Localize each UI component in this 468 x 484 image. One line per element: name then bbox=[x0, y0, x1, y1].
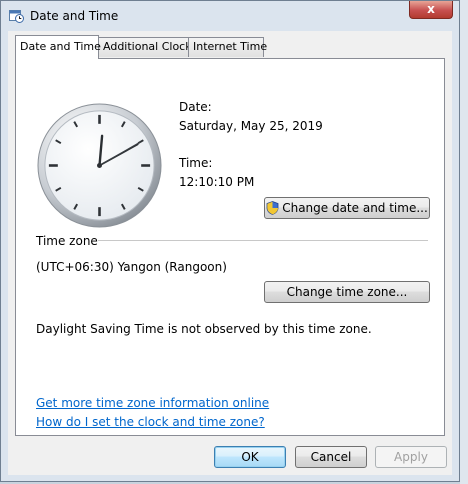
time-zone-section-label: Time zone bbox=[36, 234, 98, 248]
analog-clock bbox=[37, 103, 162, 228]
time-zone-value: (UTC+06:30) Yangon (Rangoon) bbox=[36, 260, 227, 274]
close-icon: x bbox=[427, 2, 435, 16]
ok-button[interactable]: OK bbox=[214, 446, 286, 468]
change-date-time-label: Change date and time... bbox=[282, 201, 428, 215]
change-date-time-button[interactable]: Change date and time... bbox=[264, 197, 430, 219]
tab-page-date-and-time: Date: Saturday, May 25, 2019 Time: 12:10… bbox=[15, 58, 445, 436]
tab-label: Internet Time bbox=[193, 40, 268, 53]
clock-center bbox=[97, 163, 102, 168]
more-time-zone-info-link[interactable]: Get more time zone information online bbox=[36, 396, 269, 410]
tab-additional-clocks[interactable]: Additional Clocks bbox=[98, 37, 197, 57]
calendar-clock-icon bbox=[9, 10, 24, 23]
uac-shield-icon bbox=[266, 200, 279, 215]
tab-date-and-time[interactable]: Date and Time bbox=[15, 35, 101, 59]
how-to-set-clock-link[interactable]: How do I set the clock and time zone? bbox=[36, 415, 265, 429]
cancel-button[interactable]: Cancel bbox=[295, 446, 367, 468]
date-and-time-dialog: Date and Time x Date and Time Additional… bbox=[0, 0, 460, 482]
tab-label: Date and Time bbox=[20, 40, 101, 53]
dst-note: Daylight Saving Time is not observed by … bbox=[36, 322, 372, 336]
date-label: Date: bbox=[179, 100, 212, 114]
time-value: 12:10:10 PM bbox=[179, 175, 255, 189]
title-bar[interactable]: Date and Time x bbox=[1, 1, 459, 31]
apply-label: Apply bbox=[394, 450, 428, 464]
change-time-zone-label: Change time zone... bbox=[286, 285, 408, 299]
change-time-zone-button[interactable]: Change time zone... bbox=[264, 281, 430, 303]
close-button[interactable]: x bbox=[409, 1, 453, 19]
cancel-label: Cancel bbox=[310, 450, 352, 464]
date-value: Saturday, May 25, 2019 bbox=[179, 119, 323, 133]
dialog-client-area: Date and Time Additional Clocks Internet… bbox=[8, 31, 452, 475]
time-zone-separator bbox=[98, 240, 428, 241]
window-title: Date and Time bbox=[30, 9, 119, 23]
tab-internet-time[interactable]: Internet Time bbox=[188, 37, 268, 57]
time-label: Time: bbox=[179, 156, 213, 170]
apply-button[interactable]: Apply bbox=[375, 446, 447, 468]
background-app-edge bbox=[460, 0, 468, 484]
tab-label: Additional Clocks bbox=[103, 40, 198, 53]
ok-label: OK bbox=[241, 450, 259, 464]
